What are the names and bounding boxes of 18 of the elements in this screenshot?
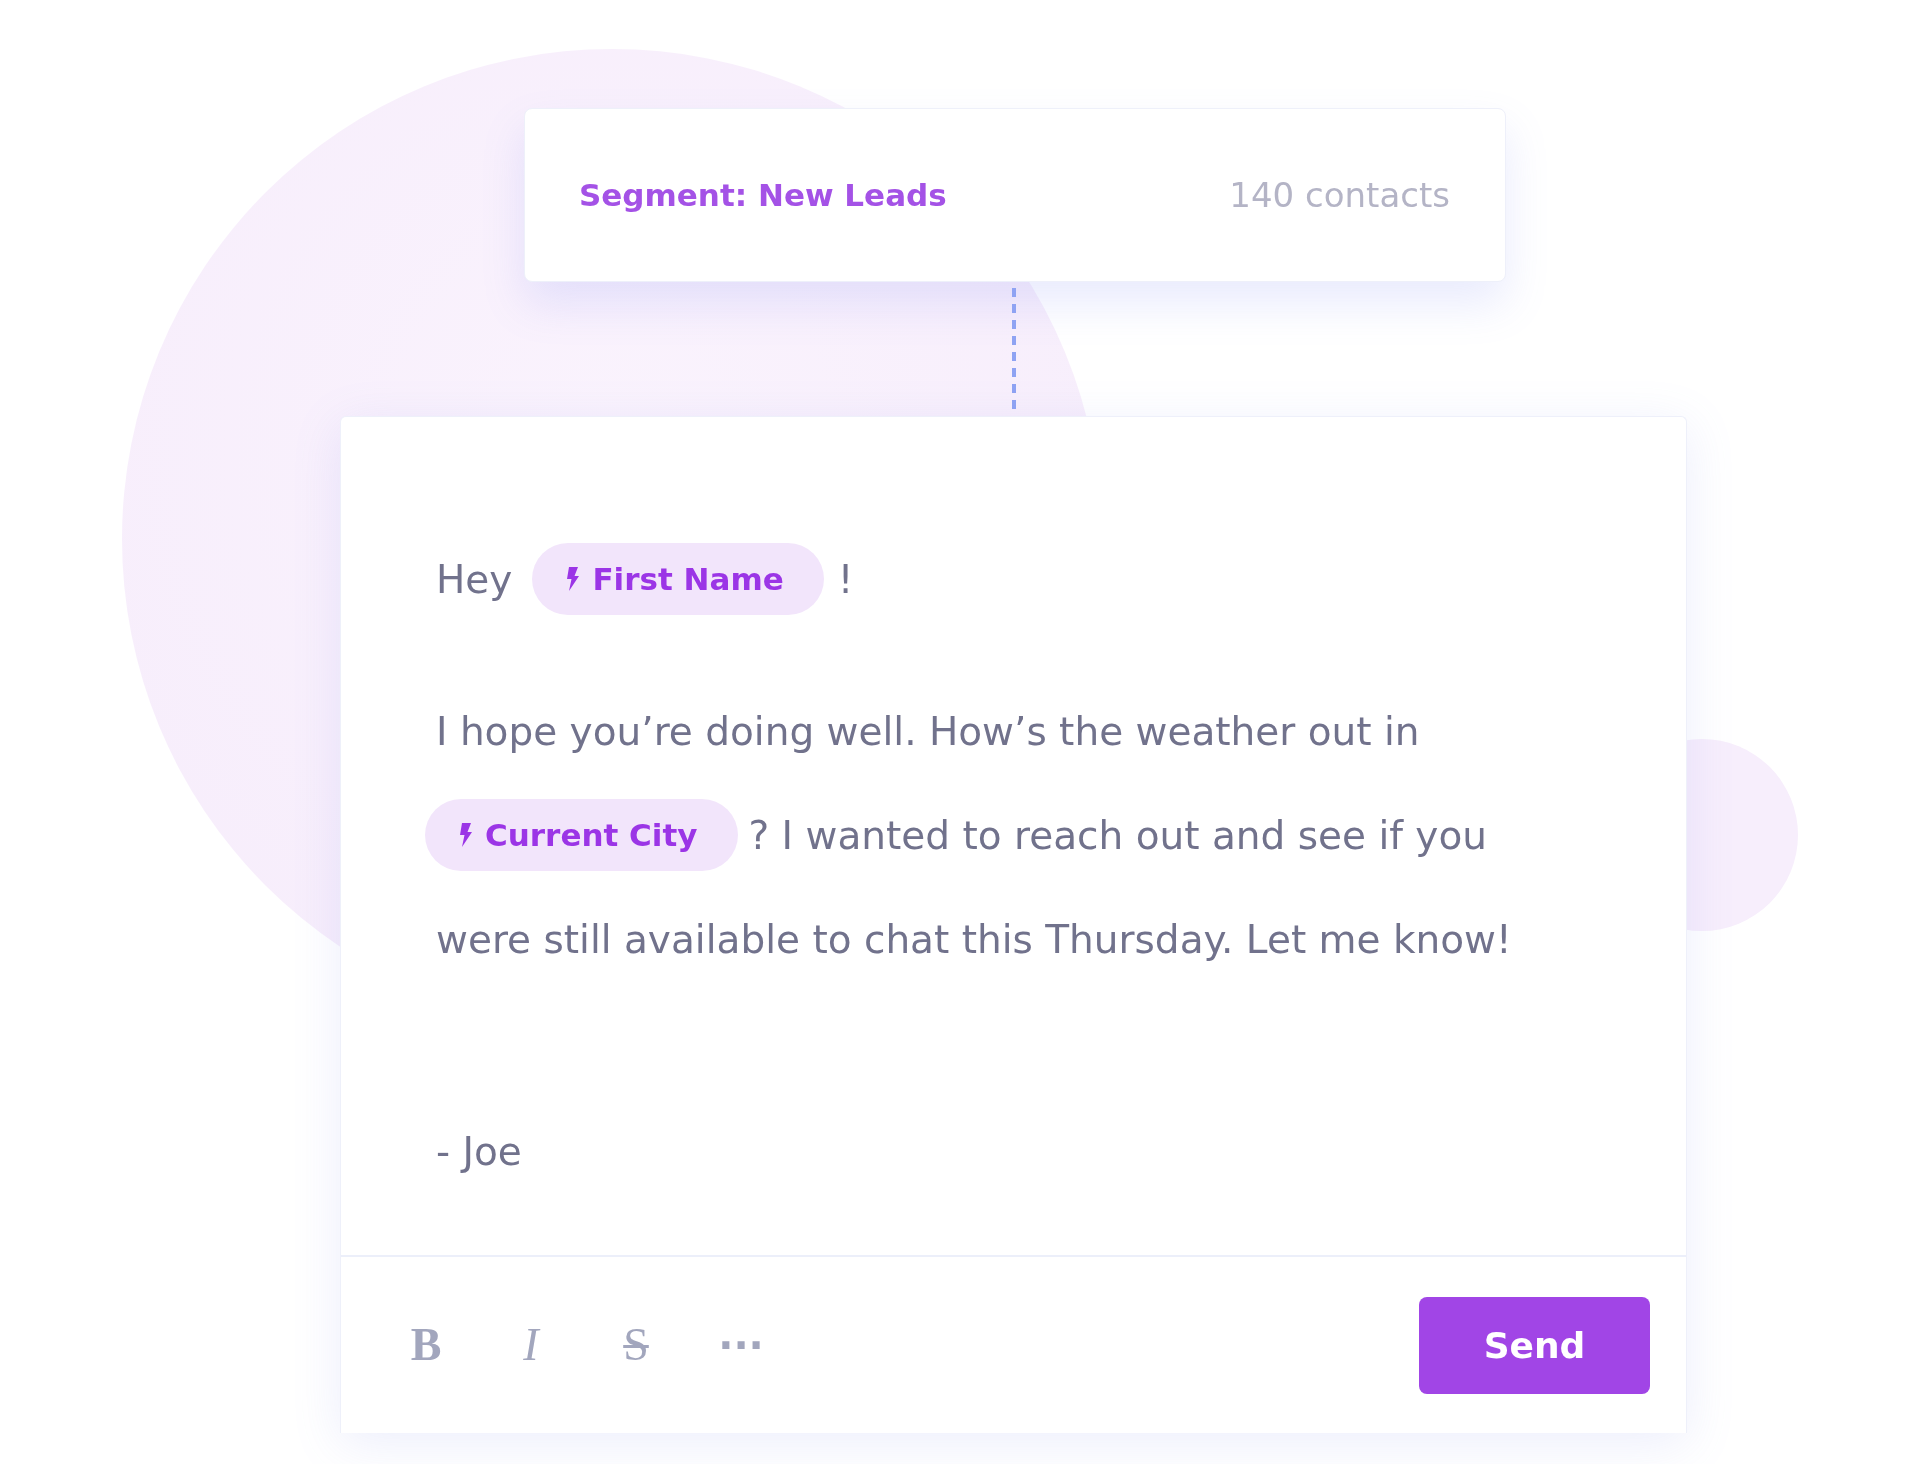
message-text: were still available to chat this Thursday. Let me know! [436, 916, 1512, 962]
strikethrough-button[interactable]: S [606, 1315, 666, 1375]
lightning-icon [566, 567, 581, 591]
italic-button[interactable]: I [501, 1315, 561, 1375]
contact-count: 140 contacts [1229, 175, 1450, 215]
merge-tag[interactable]: Current City [425, 799, 738, 871]
bold-button[interactable]: B [396, 1315, 456, 1375]
merge-tag[interactable]: First Name [532, 543, 824, 615]
segment-name: Segment: New Leads [579, 177, 947, 213]
message-field[interactable]: Hey First Name ! I hope you’re doing well. How’s the weather out in Current City ? I wanted to reach out and see if you were still available to chat this Thursday. Let me know! - Joe [341, 417, 1686, 1257]
message-text: - Joe [436, 1128, 522, 1174]
lightning-icon [459, 823, 473, 847]
message-text: I hope you’re doing well. How’s the weather out in [436, 708, 1420, 754]
message-text: ? I wanted to reach out and see if you [748, 812, 1487, 858]
send-button[interactable]: Send [1419, 1296, 1650, 1394]
message-text: ! [837, 556, 854, 602]
message-text: Hey [436, 556, 513, 602]
more-button[interactable]: ··· [711, 1315, 771, 1375]
